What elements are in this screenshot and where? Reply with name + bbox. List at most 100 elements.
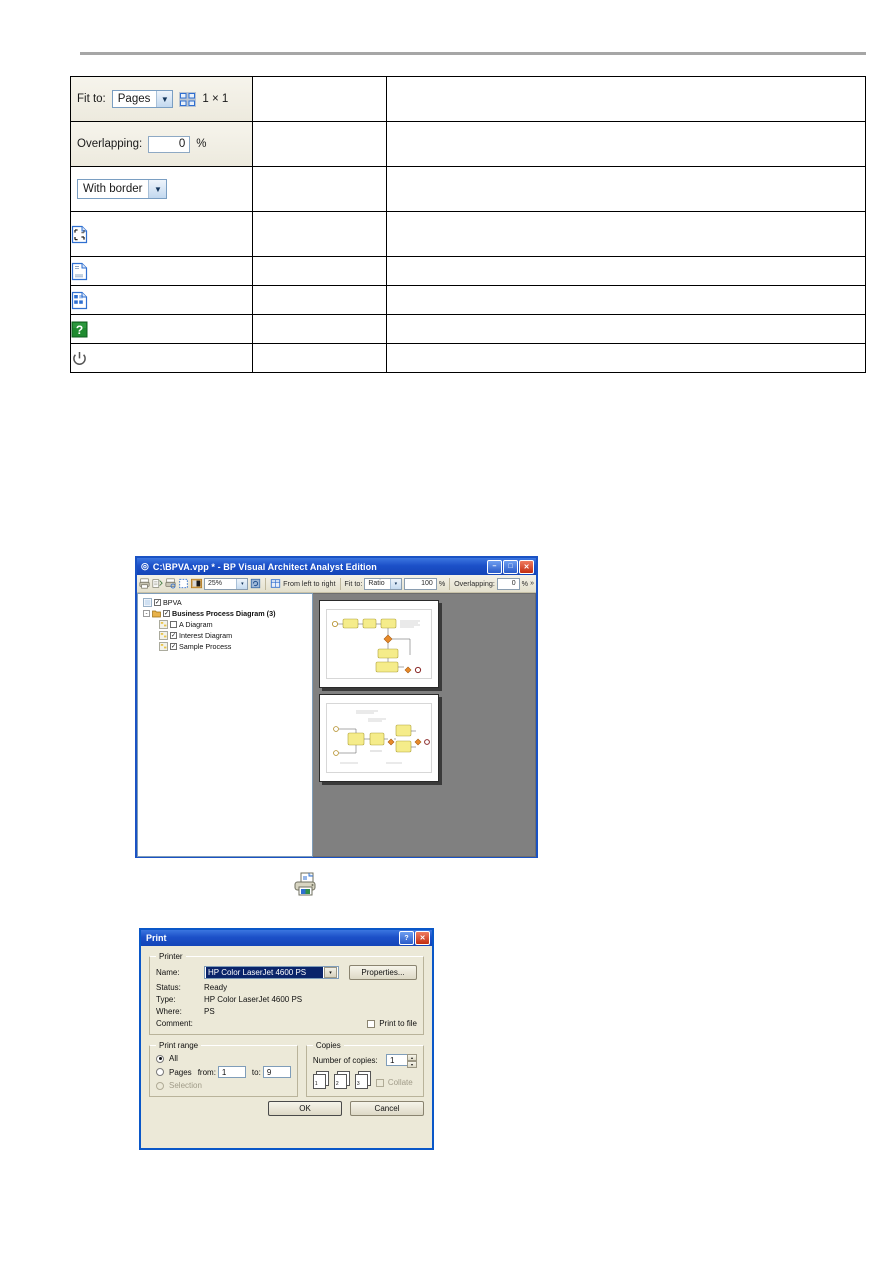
- print-icon[interactable]: [139, 577, 150, 590]
- minimize-button[interactable]: –: [487, 559, 502, 574]
- radio-pages-label: Pages: [169, 1067, 192, 1077]
- printer-type-value: HP Color LaserJet 4600 PS: [204, 995, 303, 1004]
- table-cell-icon: ?: [70, 314, 253, 344]
- green-question-help-icon[interactable]: ?: [71, 321, 88, 338]
- fit-to-combo-value: Pages: [117, 93, 151, 105]
- pages-grid-icon[interactable]: [179, 91, 197, 107]
- to-input[interactable]: 9: [262, 1066, 291, 1078]
- page-preview-area[interactable]: [313, 593, 536, 857]
- range-pages-row[interactable]: Pages from: 1 to: 9: [156, 1066, 291, 1078]
- zoom-combo[interactable]: 25% ▾: [204, 577, 249, 590]
- color-mode-icon[interactable]: [191, 577, 202, 590]
- tree-item-label: Business Process Diagram (3): [172, 609, 276, 618]
- print-to-file-checkbox[interactable]: [367, 1019, 379, 1028]
- preview-page-1[interactable]: [319, 600, 439, 688]
- chevron-down-icon[interactable]: ▾: [389, 578, 401, 589]
- ratio-input[interactable]: 100: [403, 577, 437, 590]
- table-cell-middle: [251, 285, 387, 315]
- table-cell-icon: [70, 256, 253, 286]
- tree-item-business-process-diagram[interactable]: - ✓ Business Process Diagram (3): [141, 608, 312, 619]
- properties-button[interactable]: Properties...: [349, 965, 417, 980]
- fit-to-label: Fit to:: [77, 93, 106, 105]
- spinner-up-icon[interactable]: ▴: [407, 1054, 417, 1061]
- collate-page-illustration: 3 3: [354, 1071, 371, 1089]
- diagram-icon: [159, 631, 168, 640]
- maximize-button[interactable]: □: [503, 559, 518, 574]
- chevron-down-icon[interactable]: ▾: [324, 967, 337, 978]
- tree-item-interest-diagram[interactable]: ✓ Interest Diagram: [141, 630, 312, 641]
- page-order-icon[interactable]: [270, 577, 281, 590]
- printer-where-label: Where:: [156, 1007, 182, 1016]
- overlapping-input[interactable]: 0: [148, 135, 191, 153]
- radio-pages[interactable]: [156, 1068, 164, 1076]
- window-buttons: – □ ✕: [487, 559, 534, 574]
- tree-item-label: Interest Diagram: [179, 631, 233, 640]
- tree-checkbox[interactable]: ✓: [154, 599, 161, 606]
- cancel-button[interactable]: Cancel: [350, 1101, 424, 1116]
- table-cell-control: Overlapping: 0 %: [70, 121, 253, 167]
- toolbar-overlapping-input[interactable]: 0: [496, 577, 520, 590]
- copies-input[interactable]: 1: [386, 1054, 408, 1066]
- range-copies-row: Print range All Pages from: 1 to: 9 Sele…: [149, 1041, 424, 1097]
- tree-item-bpva[interactable]: ✓ BPVA: [141, 597, 312, 608]
- overlapping-label: Overlapping:: [77, 138, 143, 150]
- close-button[interactable]: ✕: [415, 931, 430, 945]
- tree-checkbox[interactable]: ✓: [170, 632, 177, 639]
- toolbar-fit-to-combo[interactable]: Ratio ▾: [364, 577, 402, 590]
- printer-status-label: Status:: [156, 983, 181, 992]
- table-cell-description: [385, 211, 867, 257]
- diagram-tree-panel[interactable]: ✓ BPVA - ✓ Business Process Diagram (3) …: [137, 593, 313, 857]
- printer-name-row: Name: HP Color LaserJet 4600 PS ▾ Proper…: [156, 965, 417, 980]
- toolbar-overflow-button[interactable]: »: [530, 580, 534, 587]
- tree-checkbox[interactable]: ✓: [170, 643, 177, 650]
- tree-checkbox[interactable]: [170, 621, 177, 628]
- preview-page-2[interactable]: [319, 694, 439, 782]
- refresh-icon[interactable]: [250, 577, 261, 590]
- chevron-down-icon[interactable]: ▼: [148, 180, 167, 198]
- copies-spinner[interactable]: 1 ▴ ▾: [386, 1054, 417, 1068]
- tree-item-a-diagram[interactable]: A Diagram: [141, 619, 312, 630]
- help-button[interactable]: ?: [399, 931, 414, 945]
- print-preview-icon[interactable]: [165, 577, 176, 590]
- range-all-row[interactable]: All: [156, 1054, 291, 1063]
- tree-checkbox[interactable]: ✓: [163, 610, 170, 617]
- window-title: C:\BPVA.vpp * - BP Visual Architect Anal…: [152, 561, 377, 572]
- printer-icon[interactable]: [292, 872, 320, 898]
- printer-where-row: Where: PS: [156, 1007, 417, 1016]
- page-setup-icon[interactable]: [178, 577, 189, 590]
- ok-button[interactable]: OK: [268, 1101, 342, 1116]
- controls-reference-table: Fit to: Pages ▼ 1 × 1 Overlapping: 0 % W…: [70, 76, 867, 373]
- fit-to-window-page-icon[interactable]: [71, 225, 88, 244]
- window-titlebar[interactable]: ◎ C:\BPVA.vpp * - BP Visual Architect An…: [137, 558, 536, 575]
- chevron-down-icon[interactable]: ▾: [236, 578, 248, 589]
- printer-comment-row: Comment: Print to file: [156, 1019, 417, 1028]
- percent-unit: %: [196, 138, 207, 150]
- spinner-buttons[interactable]: ▴ ▾: [407, 1054, 417, 1068]
- close-button[interactable]: ✕: [519, 559, 534, 574]
- print-dialog-body: Printer Name: HP Color LaserJet 4600 PS …: [141, 946, 432, 1122]
- chevron-down-icon[interactable]: ▼: [156, 91, 173, 107]
- printer-status-row: Status: Ready: [156, 983, 417, 992]
- radio-all[interactable]: [156, 1054, 164, 1063]
- table-row: Fit to: Pages ▼ 1 × 1: [70, 76, 867, 122]
- radio-selection-label: Selection: [169, 1081, 202, 1090]
- print-setup-icon[interactable]: [152, 577, 163, 590]
- spinner-down-icon[interactable]: ▾: [407, 1061, 417, 1068]
- collate-sheet-front: 3: [354, 1074, 368, 1089]
- single-page-icon[interactable]: [71, 262, 88, 281]
- fit-to-combo[interactable]: Pages ▼: [111, 90, 174, 108]
- printer-type-row: Type: HP Color LaserJet 4600 PS: [156, 995, 417, 1004]
- multi-page-grid-icon[interactable]: [71, 291, 88, 310]
- to-label: to:: [251, 1067, 261, 1077]
- toolbar-separator: [265, 577, 267, 590]
- print-dialog-titlebar[interactable]: Print ? ✕: [141, 930, 432, 946]
- print-preview-window: ◎ C:\BPVA.vpp * - BP Visual Architect An…: [135, 556, 538, 858]
- tree-expander-icon[interactable]: -: [143, 610, 150, 617]
- tree-item-sample-process[interactable]: ✓ Sample Process: [141, 641, 312, 652]
- power-exit-icon[interactable]: [71, 350, 88, 367]
- with-border-combo[interactable]: With border ▼: [77, 179, 168, 199]
- project-icon: [143, 598, 152, 607]
- from-input[interactable]: 1: [217, 1066, 246, 1078]
- table-cell-middle: [251, 76, 387, 122]
- printer-name-dropdown[interactable]: HP Color LaserJet 4600 PS ▾: [204, 966, 339, 979]
